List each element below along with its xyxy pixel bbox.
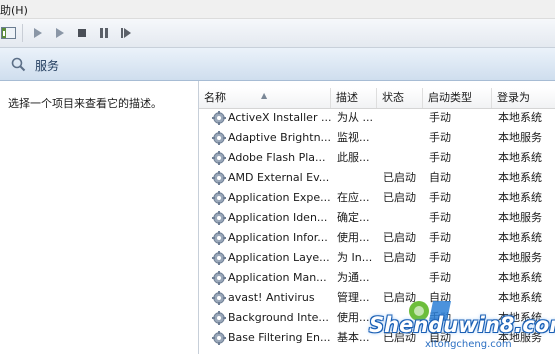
service-log-on-as: 本地系统 bbox=[498, 231, 542, 244]
service-name: ActiveX Installer ... bbox=[228, 111, 332, 124]
service-name: Adaptive Brightn... bbox=[228, 131, 332, 144]
service-name: avast! Antivirus bbox=[228, 291, 315, 304]
table-row[interactable]: Application Laye... 为 In... 已启动 手动 本地服务 bbox=[199, 248, 555, 268]
service-log-on-as: 本地系统 bbox=[498, 151, 542, 164]
service-name: Application Laye... bbox=[228, 251, 330, 264]
service-status: 已启动 bbox=[383, 191, 416, 204]
table-row[interactable]: Application Iden... 确定... 手动 本地服务 bbox=[199, 208, 555, 228]
service-log-on-as: 本地服务 bbox=[498, 211, 542, 224]
service-gear-icon bbox=[211, 230, 227, 246]
service-startup-type: 手动 bbox=[429, 231, 451, 244]
service-startup-type: 手动 bbox=[429, 151, 451, 164]
console-tree-icon[interactable] bbox=[1, 25, 17, 41]
sort-ascending-icon: ▲ bbox=[261, 91, 268, 100]
service-description: 确定... bbox=[337, 211, 370, 224]
toolbar bbox=[0, 19, 555, 48]
service-status bbox=[383, 208, 427, 228]
service-status: 已启动 bbox=[383, 171, 416, 184]
service-gear-icon bbox=[211, 330, 227, 346]
service-status bbox=[383, 148, 427, 168]
service-gear-icon bbox=[211, 130, 227, 146]
service-status bbox=[383, 108, 427, 128]
column-headers: ▲ 名称 描述 状态 启动类型 登录为 bbox=[199, 88, 555, 109]
service-name: Background Inte... bbox=[228, 311, 329, 324]
service-startup-type: 自动 bbox=[429, 171, 451, 184]
service-startup-type: 手动 bbox=[429, 251, 451, 264]
service-log-on-as: 本地系统 bbox=[498, 111, 542, 124]
service-description: 为 In... bbox=[337, 251, 373, 264]
service-description: 为从 ... bbox=[337, 111, 373, 124]
watermark: Shenduwin8.com xitongcheng.com bbox=[355, 297, 555, 354]
service-log-on-as: 本地系统 bbox=[498, 191, 542, 204]
table-row[interactable]: AMD External Ev... 已启动 自动 本地系统 bbox=[199, 168, 555, 188]
service-gear-icon bbox=[211, 290, 227, 306]
service-startup-type: 手动 bbox=[429, 271, 451, 284]
service-startup-type: 手动 bbox=[429, 111, 451, 124]
service-description: 在应... bbox=[337, 191, 370, 204]
service-name: Application Expe... bbox=[228, 191, 331, 204]
service-gear-icon bbox=[211, 190, 227, 206]
column-startup-type[interactable]: 启动类型 bbox=[423, 88, 492, 108]
start-icon-2[interactable] bbox=[52, 25, 68, 41]
service-status bbox=[383, 128, 427, 148]
service-gear-icon bbox=[211, 150, 227, 166]
service-status bbox=[383, 268, 427, 288]
page-title: 服务 bbox=[35, 59, 60, 73]
service-name: AMD External Ev... bbox=[228, 171, 330, 184]
service-status: 已启动 bbox=[383, 231, 416, 244]
service-name: Adobe Flash Pla... bbox=[228, 151, 326, 164]
service-description bbox=[337, 168, 379, 188]
watermark-sub-text: xitongcheng.com bbox=[425, 339, 512, 350]
column-log-on-as[interactable]: 登录为 bbox=[492, 88, 555, 108]
service-log-on-as: 本地服务 bbox=[498, 131, 542, 144]
service-description: 使用... bbox=[337, 231, 370, 244]
service-description: 监视... bbox=[337, 131, 370, 144]
service-log-on-as: 本地系统 bbox=[498, 171, 542, 184]
menu-help[interactable]: 助(H) bbox=[0, 2, 28, 18]
column-status[interactable]: 状态 bbox=[377, 88, 423, 108]
service-name: Application Infor... bbox=[228, 231, 328, 244]
table-row[interactable]: Adobe Flash Pla... 此服... 手动 本地系统 bbox=[199, 148, 555, 168]
service-gear-icon bbox=[211, 310, 227, 326]
menu-bar: 助(H) bbox=[0, 0, 555, 19]
service-name: Application Iden... bbox=[228, 211, 328, 224]
service-name: Base Filtering En... bbox=[228, 331, 331, 344]
table-row[interactable]: Application Expe... 在应... 已启动 手动 本地系统 bbox=[199, 188, 555, 208]
service-gear-icon bbox=[211, 270, 227, 286]
table-row[interactable]: Application Infor... 使用... 已启动 手动 本地系统 bbox=[199, 228, 555, 248]
service-gear-icon bbox=[211, 110, 227, 126]
watermark-main-text: Shenduwin8.com bbox=[369, 313, 555, 337]
service-log-on-as: 本地系统 bbox=[498, 271, 542, 284]
service-gear-icon bbox=[211, 170, 227, 186]
table-row[interactable]: Adaptive Brightn... 监视... 手动 本地服务 bbox=[199, 128, 555, 148]
services-header: 服务 bbox=[0, 48, 555, 81]
service-startup-type: 手动 bbox=[429, 131, 451, 144]
column-name[interactable]: ▲ 名称 bbox=[199, 88, 331, 108]
service-startup-type: 手动 bbox=[429, 191, 451, 204]
table-row[interactable]: ActiveX Installer ... 为从 ... 手动 本地系统 bbox=[199, 108, 555, 128]
description-text: 选择一个项目来查看它的描述。 bbox=[8, 97, 162, 110]
service-gear-icon bbox=[211, 250, 227, 266]
service-log-on-as: 本地服务 bbox=[498, 251, 542, 264]
stop-icon[interactable] bbox=[74, 25, 90, 41]
service-description: 此服... bbox=[337, 151, 370, 164]
service-description: 为通... bbox=[337, 271, 370, 284]
service-startup-type: 手动 bbox=[429, 211, 451, 224]
restart-icon[interactable] bbox=[118, 25, 134, 41]
services-search-icon bbox=[10, 56, 26, 72]
table-row[interactable]: Application Man... 为通... 手动 本地系统 bbox=[199, 268, 555, 288]
service-status: 已启动 bbox=[383, 251, 416, 264]
description-pane: 选择一个项目来查看它的描述。 bbox=[0, 81, 198, 354]
service-name: Application Man... bbox=[228, 271, 327, 284]
service-gear-icon bbox=[211, 210, 227, 226]
pause-icon[interactable] bbox=[96, 25, 112, 41]
column-description[interactable]: 描述 bbox=[331, 88, 377, 108]
start-icon[interactable] bbox=[30, 25, 46, 41]
